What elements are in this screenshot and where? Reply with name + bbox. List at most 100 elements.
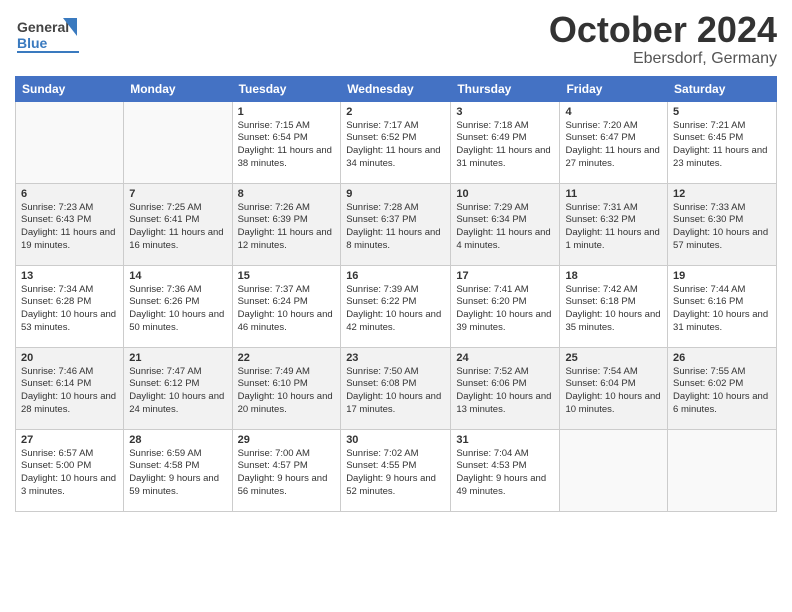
day-info: Sunrise: 7:55 AMSunset: 6:02 PMDaylight:… bbox=[673, 366, 771, 417]
calendar-cell: 17Sunrise: 7:41 AMSunset: 6:20 PMDayligh… bbox=[451, 265, 560, 347]
day-number: 26 bbox=[673, 352, 771, 364]
day-number: 17 bbox=[456, 270, 554, 282]
day-number: 2 bbox=[346, 106, 445, 118]
day-info: Sunrise: 6:59 AMSunset: 4:58 PMDaylight:… bbox=[129, 448, 226, 499]
day-info: Sunrise: 7:04 AMSunset: 4:53 PMDaylight:… bbox=[456, 448, 554, 499]
day-info: Sunrise: 7:18 AMSunset: 6:49 PMDaylight:… bbox=[456, 120, 554, 171]
calendar-cell: 11Sunrise: 7:31 AMSunset: 6:32 PMDayligh… bbox=[560, 183, 668, 265]
day-number: 13 bbox=[21, 270, 118, 282]
day-info: Sunrise: 7:15 AMSunset: 6:54 PMDaylight:… bbox=[238, 120, 336, 171]
calendar-cell: 31Sunrise: 7:04 AMSunset: 4:53 PMDayligh… bbox=[451, 429, 560, 511]
day-info: Sunrise: 7:50 AMSunset: 6:08 PMDaylight:… bbox=[346, 366, 445, 417]
day-info: Sunrise: 7:49 AMSunset: 6:10 PMDaylight:… bbox=[238, 366, 336, 417]
calendar-cell bbox=[124, 101, 232, 183]
calendar-cell: 7Sunrise: 7:25 AMSunset: 6:41 PMDaylight… bbox=[124, 183, 232, 265]
svg-text:Blue: Blue bbox=[17, 35, 48, 51]
calendar-cell bbox=[668, 429, 777, 511]
day-number: 29 bbox=[238, 434, 336, 446]
day-number: 28 bbox=[129, 434, 226, 446]
weekday-header-thursday: Thursday bbox=[451, 76, 560, 101]
day-number: 16 bbox=[346, 270, 445, 282]
calendar-cell: 10 Sunrise: 7:29 AMSunset: 6:34 PMDayligh… bbox=[451, 183, 560, 265]
day-number: 18 bbox=[565, 270, 662, 282]
calendar-cell: 25 Sunrise: 7:54 AMSunset: 6:04 PMDayligh… bbox=[560, 347, 668, 429]
day-number: 12 bbox=[673, 188, 771, 200]
day-number: 19 bbox=[673, 270, 771, 282]
calendar-cell: 28 Sunrise: 6:59 AMSunset: 4:58 PMDayligh… bbox=[124, 429, 232, 511]
weekday-header-row: SundayMondayTuesdayWednesdayThursdayFrid… bbox=[16, 76, 777, 101]
day-info: Sunrise: 7:54 AMSunset: 6:04 PMDaylight:… bbox=[565, 366, 662, 417]
calendar-cell: 9 Sunrise: 7:28 AMSunset: 6:37 PMDaylight… bbox=[341, 183, 451, 265]
calendar-page: General Blue October 2024 Ebersdorf, Ger… bbox=[0, 0, 792, 612]
weekday-header-sunday: Sunday bbox=[16, 76, 124, 101]
day-number: 8 bbox=[238, 188, 336, 200]
calendar-cell: 6Sunrise: 7:23 AMSunset: 6:43 PMDaylight… bbox=[16, 183, 124, 265]
day-number: 15 bbox=[238, 270, 336, 282]
calendar-cell: 3Sunrise: 7:18 AMSunset: 6:49 PMDaylight… bbox=[451, 101, 560, 183]
week-row-4: 20Sunrise: 7:46 AMSunset: 6:14 PMDayligh… bbox=[16, 347, 777, 429]
day-info: Sunrise: 7:29 AMSunset: 6:34 PMDaylight:… bbox=[456, 202, 554, 253]
weekday-header-monday: Monday bbox=[124, 76, 232, 101]
calendar-cell: 24 Sunrise: 7:52 AMSunset: 6:06 PMDayligh… bbox=[451, 347, 560, 429]
calendar-cell: 20Sunrise: 7:46 AMSunset: 6:14 PMDayligh… bbox=[16, 347, 124, 429]
day-info: Sunrise: 7:20 AMSunset: 6:47 PMDaylight:… bbox=[565, 120, 662, 171]
week-row-5: 27Sunrise: 6:57 AMSunset: 5:00 PMDayligh… bbox=[16, 429, 777, 511]
calendar-cell: 26 Sunrise: 7:55 AMSunset: 6:02 PMDayligh… bbox=[668, 347, 777, 429]
svg-text:General: General bbox=[17, 19, 69, 35]
calendar-cell: 5Sunrise: 7:21 AMSunset: 6:45 PMDaylight… bbox=[668, 101, 777, 183]
day-number: 9 bbox=[346, 188, 445, 200]
day-number: 1 bbox=[238, 106, 336, 118]
calendar-cell bbox=[16, 101, 124, 183]
calendar-cell: 21Sunrise: 7:47 AMSunset: 6:12 PMDayligh… bbox=[124, 347, 232, 429]
calendar-cell: 27Sunrise: 6:57 AMSunset: 5:00 PMDayligh… bbox=[16, 429, 124, 511]
calendar-cell: 15 Sunrise: 7:37 AMSunset: 6:24 PMDayligh… bbox=[232, 265, 341, 347]
week-row-1: 1 Sunrise: 7:15 AMSunset: 6:54 PMDaylight… bbox=[16, 101, 777, 183]
day-number: 10 bbox=[456, 188, 554, 200]
calendar-cell: 2 Sunrise: 7:17 AMSunset: 6:52 PMDaylight… bbox=[341, 101, 451, 183]
calendar-cell: 4Sunrise: 7:20 AMSunset: 6:47 PMDaylight… bbox=[560, 101, 668, 183]
day-info: Sunrise: 7:52 AMSunset: 6:06 PMDaylight:… bbox=[456, 366, 554, 417]
day-info: Sunrise: 7:46 AMSunset: 6:14 PMDaylight:… bbox=[21, 366, 118, 417]
calendar-cell bbox=[560, 429, 668, 511]
title-area: October 2024 Ebersdorf, Germany bbox=[549, 10, 777, 68]
day-info: Sunrise: 7:26 AMSunset: 6:39 PMDaylight:… bbox=[238, 202, 336, 253]
day-info: Sunrise: 7:31 AMSunset: 6:32 PMDaylight:… bbox=[565, 202, 662, 253]
day-number: 24 bbox=[456, 352, 554, 364]
day-number: 30 bbox=[346, 434, 445, 446]
calendar-cell: 23 Sunrise: 7:50 AMSunset: 6:08 PMDayligh… bbox=[341, 347, 451, 429]
calendar-cell: 30Sunrise: 7:02 AMSunset: 4:55 PMDayligh… bbox=[341, 429, 451, 511]
calendar-cell: 18Sunrise: 7:42 AMSunset: 6:18 PMDayligh… bbox=[560, 265, 668, 347]
weekday-header-wednesday: Wednesday bbox=[341, 76, 451, 101]
day-number: 23 bbox=[346, 352, 445, 364]
calendar-cell: 8 Sunrise: 7:26 AMSunset: 6:39 PMDaylight… bbox=[232, 183, 341, 265]
day-info: Sunrise: 7:36 AMSunset: 6:26 PMDaylight:… bbox=[129, 284, 226, 335]
calendar-title: October 2024 bbox=[549, 10, 777, 50]
day-info: Sunrise: 7:17 AMSunset: 6:52 PMDaylight:… bbox=[346, 120, 445, 171]
calendar-subtitle: Ebersdorf, Germany bbox=[549, 50, 777, 68]
logo-icon: General Blue bbox=[15, 10, 83, 62]
logo: General Blue bbox=[15, 10, 83, 62]
day-number: 14 bbox=[129, 270, 226, 282]
day-info: Sunrise: 6:57 AMSunset: 5:00 PMDaylight:… bbox=[21, 448, 118, 499]
week-row-2: 6Sunrise: 7:23 AMSunset: 6:43 PMDaylight… bbox=[16, 183, 777, 265]
day-info: Sunrise: 7:21 AMSunset: 6:45 PMDaylight:… bbox=[673, 120, 771, 171]
day-number: 25 bbox=[565, 352, 662, 364]
calendar-table: SundayMondayTuesdayWednesdayThursdayFrid… bbox=[15, 76, 777, 512]
calendar-cell: 16Sunrise: 7:39 AMSunset: 6:22 PMDayligh… bbox=[341, 265, 451, 347]
calendar-cell: 19 Sunrise: 7:44 AMSunset: 6:16 PMDayligh… bbox=[668, 265, 777, 347]
week-row-3: 13 Sunrise: 7:34 AMSunset: 6:28 PMDayligh… bbox=[16, 265, 777, 347]
day-info: Sunrise: 7:28 AMSunset: 6:37 PMDaylight:… bbox=[346, 202, 445, 253]
header: General Blue October 2024 Ebersdorf, Ger… bbox=[15, 10, 777, 68]
weekday-header-friday: Friday bbox=[560, 76, 668, 101]
calendar-cell: 22Sunrise: 7:49 AMSunset: 6:10 PMDayligh… bbox=[232, 347, 341, 429]
day-number: 6 bbox=[21, 188, 118, 200]
day-info: Sunrise: 7:44 AMSunset: 6:16 PMDaylight:… bbox=[673, 284, 771, 335]
weekday-header-saturday: Saturday bbox=[668, 76, 777, 101]
day-info: Sunrise: 7:25 AMSunset: 6:41 PMDaylight:… bbox=[129, 202, 226, 253]
calendar-cell: 29 Sunrise: 7:00 AMSunset: 4:57 PMDayligh… bbox=[232, 429, 341, 511]
day-info: Sunrise: 7:37 AMSunset: 6:24 PMDaylight:… bbox=[238, 284, 336, 335]
calendar-cell: 1 Sunrise: 7:15 AMSunset: 6:54 PMDaylight… bbox=[232, 101, 341, 183]
day-info: Sunrise: 7:33 AMSunset: 6:30 PMDaylight:… bbox=[673, 202, 771, 253]
day-info: Sunrise: 7:34 AMSunset: 6:28 PMDaylight:… bbox=[21, 284, 118, 335]
day-info: Sunrise: 7:00 AMSunset: 4:57 PMDaylight:… bbox=[238, 448, 336, 499]
